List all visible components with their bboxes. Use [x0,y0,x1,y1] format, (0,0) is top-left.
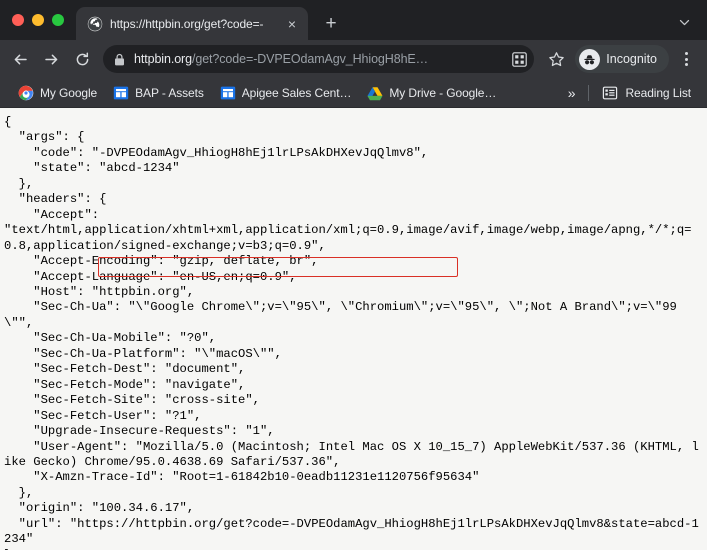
kebab-dot-2 [684,57,688,61]
browser-window: https://httpbin.org/get?code=- × + httpb… [0,0,707,550]
qr-code-icon[interactable] [508,48,530,70]
kebab-dot-3 [684,63,688,66]
bookmarks-divider [588,84,590,101]
forward-button[interactable] [37,45,66,74]
reading-list-button[interactable]: Reading List [594,82,699,104]
reading-list-icon [602,85,618,101]
browser-toolbar: httpbin.org/get?code=-DVPEOdamAgv_HhiogH… [0,40,707,78]
reading-list-label: Reading List [625,85,691,100]
profile-incognito-button[interactable]: Incognito [575,45,669,73]
kebab-dot-1 [684,52,688,55]
slides-icon [220,85,236,101]
url-host: httpbin.org [134,52,192,66]
page-viewport: { "args": { "code": "-DVPEOdamAgv_HhiogH… [0,108,707,550]
url-path: /get?code=-DVPEOdamAgv_HhiogH8hE… [191,52,429,66]
bookmarks-overflow-button[interactable]: » [560,85,584,101]
bookmark-label: My Google [40,85,98,100]
address-bar[interactable]: httpbin.org/get?code=-DVPEOdamAgv_HhiogH… [103,45,535,73]
json-response-body: { "args": { "code": "-DVPEOdamAgv_HhiogH… [4,115,699,550]
close-window-button[interactable] [12,14,24,26]
slides-icon [113,85,129,101]
maximize-window-button[interactable] [52,14,64,26]
browser-tab[interactable]: https://httpbin.org/get?code=- × [76,7,308,40]
close-tab-button[interactable]: × [284,16,300,32]
tab-search-chevron-down-icon[interactable] [671,9,697,35]
new-tab-button[interactable]: + [317,9,345,37]
profile-label: Incognito [606,52,657,66]
window-controls [12,0,76,40]
bookmark-label: BAP - Assets [135,85,204,100]
reload-button[interactable] [68,45,97,74]
back-button[interactable] [6,45,35,74]
minimize-window-button[interactable] [32,14,44,26]
bookmark-my-google[interactable]: My Google [10,82,105,104]
kebab-menu-icon[interactable] [673,45,699,74]
bookmark-star-icon[interactable] [542,45,571,74]
drive-icon [367,85,383,101]
incognito-icon [579,48,601,70]
bookmark-apigee-sales-center[interactable]: Apigee Sales Cent… [212,82,360,104]
tab-title: https://httpbin.org/get?code=- [110,16,264,31]
bookmark-label: Apigee Sales Cent… [241,85,352,100]
lock-icon [114,53,126,66]
bookmarks-bar: My Google BAP - Assets Apigee Sales Cent… [0,78,707,108]
url-text: httpbin.org/get?code=-DVPEOdamAgv_HhiogH… [134,52,500,66]
tab-strip: https://httpbin.org/get?code=- × + [0,0,707,40]
bookmark-label: My Drive - Google… [389,85,497,100]
google-icon [18,85,34,101]
bookmark-bap-assets[interactable]: BAP - Assets [105,82,212,104]
globe-icon [87,16,103,32]
bookmark-my-drive[interactable]: My Drive - Google… [359,82,504,104]
